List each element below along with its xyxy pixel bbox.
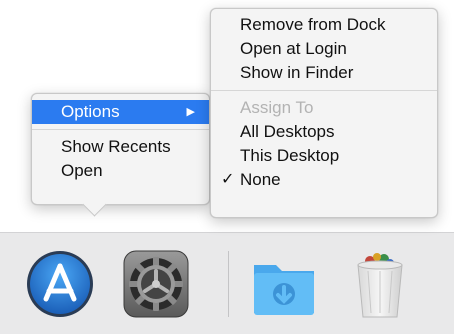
downloads-folder-icon	[254, 265, 314, 315]
menu-item-options-label: Options	[61, 102, 120, 121]
app-store-icon	[27, 251, 93, 317]
menu-item-options[interactable]: Options ▶	[32, 100, 209, 124]
menu-pointer	[82, 192, 107, 217]
menu-separator	[211, 90, 437, 91]
menu-item-open-at-login[interactable]: Open at Login	[211, 37, 437, 61]
dock-downloads-folder[interactable]	[248, 247, 320, 321]
menu-item-remove-from-dock[interactable]: Remove from Dock	[211, 13, 437, 37]
menu-item-none-label: None	[240, 170, 281, 189]
menu-header-assign-to: Assign To	[240, 98, 314, 117]
dock-trash[interactable]	[344, 247, 416, 321]
checkmark-icon: ✓	[221, 171, 235, 188]
dock-context-menu: Options ▶ Show Recents Open	[31, 93, 210, 217]
gear-icon	[123, 250, 189, 318]
dock	[0, 232, 454, 334]
menu-item-show-in-finder[interactable]: Show in Finder	[211, 61, 437, 85]
trash-icon	[357, 253, 403, 318]
submenu-arrow-icon: ▶	[186, 106, 195, 118]
menu-item-all-desktops[interactable]: All Desktops	[211, 120, 437, 144]
options-submenu: Remove from Dock Open at Login Show in F…	[210, 8, 438, 218]
menu-item-none[interactable]: ✓ None	[211, 168, 437, 192]
dock-system-preferences[interactable]	[120, 247, 192, 321]
menu-separator	[32, 129, 209, 130]
dock-separator	[228, 251, 229, 317]
dock-app-store[interactable]	[24, 247, 96, 321]
menu-item-this-desktop[interactable]: This Desktop	[211, 144, 437, 168]
menu-item-open[interactable]: Open	[32, 159, 209, 183]
menu-item-show-recents[interactable]: Show Recents	[32, 135, 209, 159]
